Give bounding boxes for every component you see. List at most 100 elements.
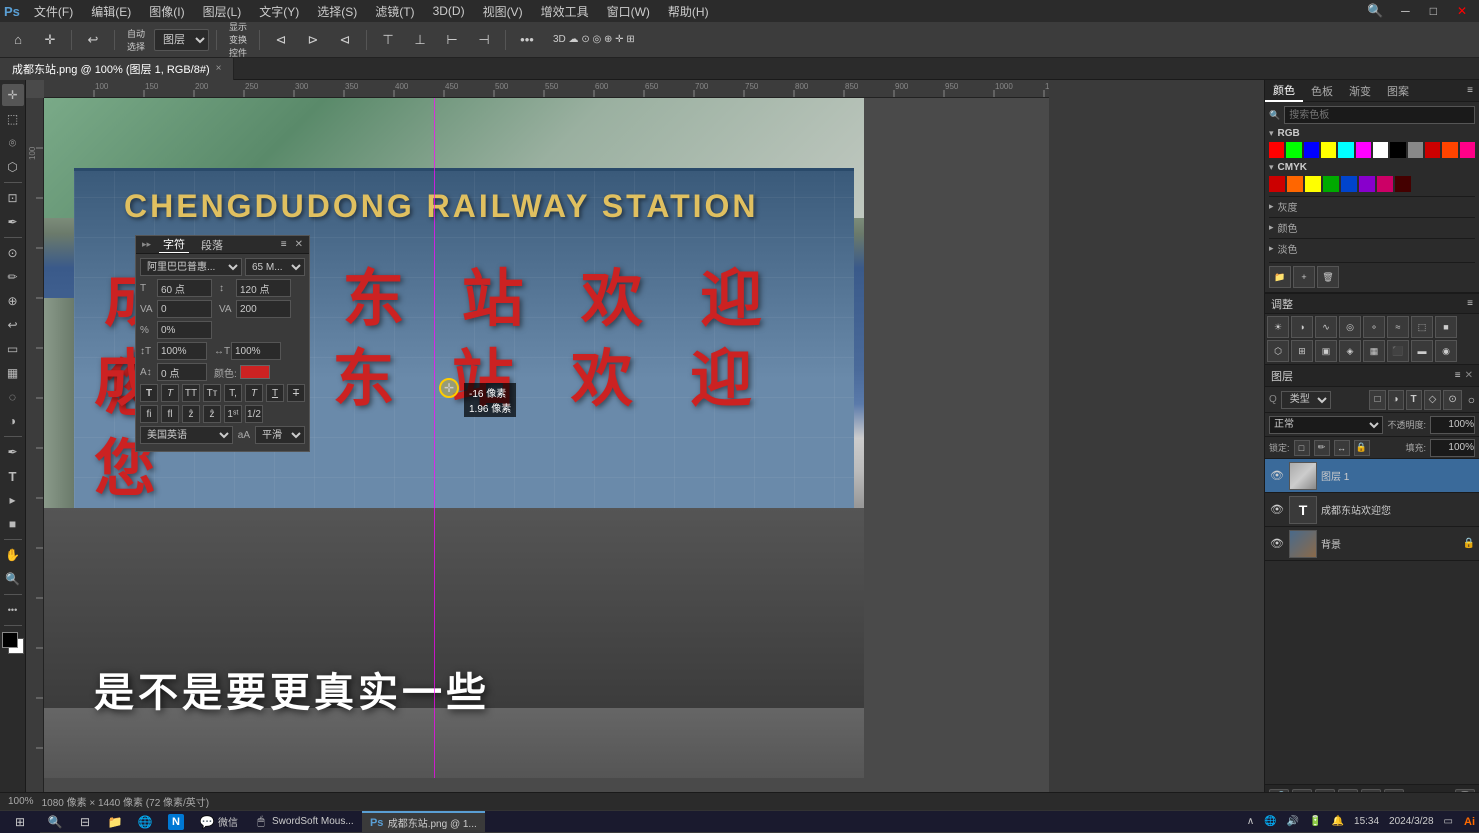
baseline-input[interactable] <box>157 363 207 381</box>
filter-smart-btn[interactable]: ⊙ <box>1443 390 1461 410</box>
ligature-button[interactable]: fi <box>140 405 158 423</box>
threshold-btn[interactable]: ⬛ <box>1387 340 1409 362</box>
create-group-btn[interactable]: 📁 <box>1269 266 1291 288</box>
menu-filter[interactable]: 滤镜(T) <box>367 1 422 22</box>
align-left[interactable]: ⊲ <box>267 26 295 54</box>
color-tab[interactable]: 颜色 <box>1265 80 1303 102</box>
type-tool[interactable]: T <box>2 465 24 487</box>
gradient-map-btn[interactable]: ▬ <box>1411 340 1433 362</box>
layer-item[interactable]: 👁 图层 1 <box>1265 459 1479 493</box>
history-brush-tool[interactable]: ↩ <box>2 314 24 336</box>
filter-shape-btn[interactable]: ◇ <box>1424 390 1442 410</box>
language-select[interactable]: 美国英语 <box>140 426 233 444</box>
swash-button[interactable]: ﬂ <box>161 405 179 423</box>
filter-pixel-btn[interactable]: □ <box>1369 390 1385 410</box>
superscript-button[interactable]: T, <box>224 384 242 402</box>
ordinals-button[interactable]: 1/2 <box>245 405 263 423</box>
scale-v-input[interactable] <box>157 321 212 339</box>
stylistic-alt-button[interactable]: ẑ <box>182 405 200 423</box>
light-color-expand-icon[interactable]: ▸ <box>1269 243 1274 254</box>
distribute-top[interactable]: ⊤ <box>374 26 402 54</box>
color-cyan[interactable] <box>1338 142 1353 158</box>
color-group-expand-icon[interactable]: ▸ <box>1269 222 1274 233</box>
undo-button[interactable]: ↩ <box>79 26 107 54</box>
selective-color-btn[interactable]: ◉ <box>1435 340 1457 362</box>
cmyk-collapse-icon[interactable]: ▾ <box>1269 162 1274 173</box>
menu-type[interactable]: 文字(Y) <box>251 1 307 22</box>
distribute-v[interactable]: ⊣ <box>470 26 498 54</box>
channelmixer-btn[interactable]: ⊞ <box>1291 340 1313 362</box>
taskbar-n[interactable]: N <box>160 811 192 833</box>
panel-close-icon[interactable]: ✕ <box>295 239 303 250</box>
layer-visibility-eye[interactable]: 👁 <box>1269 503 1285 516</box>
aa-method-select[interactable]: 平滑 <box>255 426 305 444</box>
invert-btn[interactable]: ◈ <box>1339 340 1361 362</box>
volume-icon[interactable]: 🔊 <box>1284 816 1302 827</box>
move-tool-btn[interactable]: ✛ <box>2 84 24 106</box>
healing-brush-tool[interactable]: ⊙ <box>2 242 24 264</box>
layer-item[interactable]: 👁 T 成都东站欢迎您 <box>1265 493 1479 527</box>
color-orange[interactable] <box>1442 142 1457 158</box>
layer-item[interactable]: 👁 背景 🔒 <box>1265 527 1479 561</box>
eraser-tool[interactable]: ▭ <box>2 338 24 360</box>
layer-visibility-eye[interactable]: 👁 <box>1269 469 1285 482</box>
color-blue[interactable] <box>1304 142 1319 158</box>
para-tab[interactable]: 段落 <box>197 237 227 253</box>
show-desktop-btn[interactable]: ▭ <box>1441 816 1456 827</box>
menu-help[interactable]: 帮助(H) <box>660 1 717 22</box>
color-red[interactable] <box>1269 142 1284 158</box>
bold-button[interactable]: T <box>140 384 158 402</box>
zoom-tool[interactable]: 🔍 <box>2 568 24 590</box>
lock-all-btn[interactable]: 🔒 <box>1354 440 1370 456</box>
menu-layer[interactable]: 图层(L) <box>195 1 250 22</box>
clone-stamp-tool[interactable]: ⊕ <box>2 290 24 312</box>
filter-type-btn[interactable]: T <box>1406 390 1422 410</box>
taskbar-swordsoft[interactable]: 🖱 SwordSoft Mous... <box>246 811 362 833</box>
vibrance-btn[interactable]: ⚬ <box>1363 316 1385 338</box>
tracking-input[interactable] <box>236 300 291 318</box>
quick-select-tool[interactable]: ⬡ <box>2 156 24 178</box>
color-magenta[interactable] <box>1356 142 1371 158</box>
menu-plugins[interactable]: 增效工具 <box>533 1 597 22</box>
rectangular-marquee-tool[interactable]: ⬚ <box>2 108 24 130</box>
rgb-collapse-icon[interactable]: ▾ <box>1269 128 1274 139</box>
exposure-btn[interactable]: ◎ <box>1339 316 1361 338</box>
brush-tool[interactable]: ✏ <box>2 266 24 288</box>
color-black[interactable] <box>1390 142 1405 158</box>
menu-view[interactable]: 视图(V) <box>475 1 531 22</box>
layer-filter-type[interactable]: 类型 <box>1281 391 1331 409</box>
filter-adjust-btn[interactable]: ◑ <box>1388 390 1404 410</box>
search-icon[interactable]: 🔍 <box>1361 3 1389 19</box>
crop-tool[interactable]: ⊡ <box>2 187 24 209</box>
window-close[interactable]: ✕ <box>1449 4 1475 18</box>
blend-mode-select[interactable]: 正常 <box>1269 416 1383 434</box>
eyedropper-tool[interactable]: ✒ <box>2 211 24 233</box>
menu-3d[interactable]: 3D(D) <box>425 2 473 20</box>
strikethrough-button[interactable]: T <box>287 384 305 402</box>
levels-btn[interactable]: ◑ <box>1291 316 1313 338</box>
photofilter-btn[interactable]: ⬡ <box>1267 340 1289 362</box>
taskbar-wechat[interactable]: 💬 微信 <box>192 811 246 833</box>
italic-button[interactable]: T <box>161 384 179 402</box>
color-white[interactable] <box>1373 142 1388 158</box>
tab-close-button[interactable]: × <box>216 63 222 74</box>
curves-btn[interactable]: ∿ <box>1315 316 1337 338</box>
hsl-btn[interactable]: ≈ <box>1387 316 1409 338</box>
taskbar-photoshop[interactable]: Ps 成都东站.png @ 1... <box>362 811 485 833</box>
color-darkred[interactable] <box>1425 142 1440 158</box>
lasso-tool[interactable]: ⌾ <box>2 132 24 154</box>
shape-tool[interactable]: ■ <box>2 513 24 535</box>
menu-window[interactable]: 窗口(W) <box>599 1 658 22</box>
color-gray[interactable] <box>1408 142 1423 158</box>
window-minimize[interactable]: ─ <box>1393 4 1418 18</box>
allcaps-button[interactable]: TT <box>182 384 200 402</box>
cmyk-color-5[interactable] <box>1341 176 1357 192</box>
network-icon[interactable]: 🌐 <box>1261 816 1279 827</box>
v-scale-input[interactable] <box>157 342 207 360</box>
color-green[interactable] <box>1286 142 1301 158</box>
show-transform-toggle[interactable]: 显示变换控件 <box>224 26 252 54</box>
distribute-h[interactable]: ⊥ <box>406 26 434 54</box>
font-style-select[interactable]: 65 M... <box>245 258 305 276</box>
color-search-input[interactable] <box>1284 106 1475 124</box>
new-swatch-btn[interactable]: + <box>1293 266 1315 288</box>
